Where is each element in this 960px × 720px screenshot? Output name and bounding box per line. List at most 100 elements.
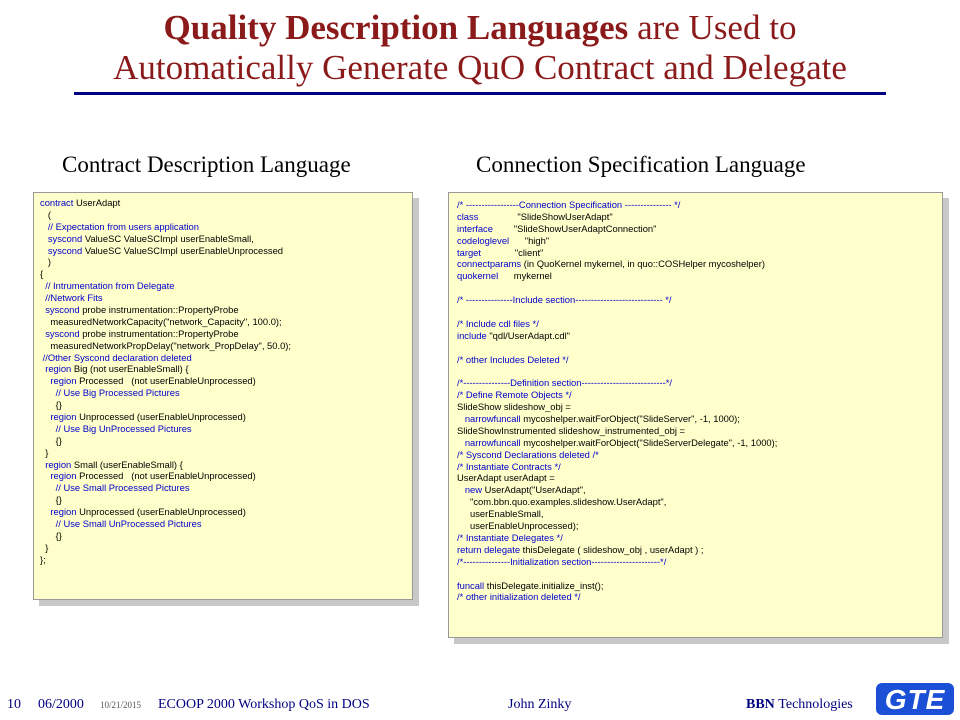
- code-text: userEnableSmall,: [457, 508, 544, 520]
- code-line: region Processed (not userEnableUnproces…: [40, 375, 412, 387]
- code-text: ValueSC ValueSCImpl userEnableUnprocesse…: [84, 244, 284, 256]
- connection-language-heading: Connection Specification Language: [476, 152, 806, 177]
- code-comment: // Use Small UnProcessed Pictures: [40, 518, 202, 530]
- code-comment: /* Syscond Declarations deleted /*: [457, 448, 599, 460]
- code-keyword: region: [40, 470, 80, 482]
- code-text: (in QuoKernel mykernel, in quo::COSHelpe…: [523, 258, 765, 270]
- code-keyword: syscond: [40, 244, 85, 256]
- code-text: UserAdapt: [75, 197, 121, 208]
- code-line: [457, 568, 942, 580]
- code-text: "com.bbn.quo.examples.slideshow.UserAdap…: [457, 496, 667, 508]
- code-line: {}: [40, 435, 412, 447]
- code-line: measuredNetworkPropDelay("network_PropDe…: [40, 340, 412, 352]
- code-keyword: funcall: [457, 579, 487, 591]
- code-keyword: interface: [457, 222, 496, 234]
- code-text: {: [40, 268, 44, 280]
- title-line2: Automatically Generate QuO Contract and …: [113, 48, 847, 87]
- code-comment: /* ---------------Include section-------…: [457, 294, 672, 306]
- code-line: /* Include cdl files */: [457, 318, 942, 330]
- code-line: }: [40, 542, 412, 554]
- code-comment: /*---------------Initialization section-…: [457, 555, 667, 567]
- code-keyword: connectparams: [457, 258, 524, 270]
- code-line: [457, 365, 942, 377]
- code-line: [457, 342, 942, 354]
- title-rest: are Used to: [637, 8, 797, 47]
- code-line: {}: [40, 494, 412, 506]
- code-line: userEnableUnprocessed);: [457, 520, 942, 532]
- code-text: "qdl/UserAdapt.cdl": [489, 329, 570, 341]
- code-text: Unprocessed (userEnableUnprocessed): [79, 411, 246, 423]
- code-text: Small (userEnableSmall) {: [73, 458, 183, 470]
- code-comment: // Expectation from users application: [40, 220, 199, 232]
- code-line: (: [40, 209, 412, 221]
- code-comment: // Use Big UnProcessed Pictures: [40, 422, 192, 434]
- code-line: "com.bbn.quo.examples.slideshow.UserAdap…: [457, 496, 942, 508]
- code-line: /* -----------------Connection Specifica…: [457, 199, 942, 211]
- code-text: mycoshelper.waitForObject("SlideServer",…: [523, 413, 740, 425]
- connection-code-panel: /* -----------------Connection Specifica…: [448, 192, 943, 638]
- code-comment: //Network Fits: [40, 292, 103, 304]
- footer-date: 06/2000: [38, 697, 84, 712]
- code-text: userEnableUnprocessed);: [457, 520, 579, 532]
- code-comment: // Intrumentation from Delegate: [40, 280, 175, 292]
- code-text: Unprocessed (userEnableUnprocessed): [79, 506, 246, 518]
- code-comment: /* Instantiate Delegates */: [457, 531, 563, 543]
- code-line: {}: [40, 530, 412, 542]
- code-line: measuredNetworkCapacity("network_Capacit…: [40, 316, 412, 328]
- code-line: syscond ValueSC ValueSCImpl userEnableSm…: [40, 233, 412, 245]
- code-keyword: class: [457, 210, 481, 222]
- code-text: ValueSC ValueSCImpl userEnableSmall,: [84, 232, 254, 244]
- code-text: Processed (not userEnableUnprocessed): [79, 470, 256, 482]
- code-keyword: syscond: [40, 327, 83, 339]
- code-line: // Use Small UnProcessed Pictures: [40, 518, 412, 530]
- code-line: /* Define Remote Objects */: [457, 389, 942, 401]
- code-line: // Use Small Processed Pictures: [40, 482, 412, 494]
- code-line: connectparams (in QuoKernel mykernel, in…: [457, 258, 942, 270]
- code-comment: /*---------------Definition section-----…: [457, 377, 673, 389]
- code-text: SlideShow slideshow_obj =: [457, 401, 571, 413]
- code-keyword: target: [457, 246, 484, 258]
- code-line: // Intrumentation from Delegate: [40, 280, 412, 292]
- code-line: narrowfuncall mycoshelper.waitForObject(…: [457, 413, 942, 425]
- code-line: new UserAdapt("UserAdapt",: [457, 484, 942, 496]
- code-text: measuredNetworkCapacity("network_Capacit…: [40, 315, 282, 327]
- contract-language-heading: Contract Description Language: [62, 152, 351, 177]
- logo-text: GTE: [884, 684, 946, 715]
- code-text: mycoshelper.waitForObject("SlideServerDe…: [523, 436, 778, 448]
- code-keyword: new: [457, 484, 485, 496]
- code-line: [457, 306, 942, 318]
- code-line: };: [40, 554, 412, 566]
- code-line: contract UserAdapt: [40, 197, 412, 209]
- code-keyword: region: [40, 363, 74, 375]
- code-comment: /* -----------------Connection Specifica…: [457, 199, 681, 210]
- code-line: region Small (userEnableSmall) {: [40, 459, 412, 471]
- code-comment: /* other initialization deleted */: [457, 591, 581, 603]
- code-line: // Use Big UnProcessed Pictures: [40, 423, 412, 435]
- code-keyword: syscond: [40, 304, 83, 316]
- code-keyword: codeloglevel: [457, 234, 512, 246]
- code-text: mykernel: [500, 270, 552, 282]
- code-line: {: [40, 268, 412, 280]
- code-line: /* Instantiate Delegates */: [457, 532, 942, 544]
- code-text: SlideShowInstrumented slideshow_instrume…: [457, 424, 685, 436]
- code-line: include "qdl/UserAdapt.cdl": [457, 330, 942, 342]
- code-text: }: [40, 446, 49, 458]
- code-comment: /* Include cdl files */: [457, 317, 539, 329]
- code-text: (: [40, 208, 51, 220]
- code-comment: /* Define Remote Objects */: [457, 389, 572, 401]
- code-line: narrowfuncall mycoshelper.waitForObject(…: [457, 437, 942, 449]
- code-line: /* ---------------Include section-------…: [457, 294, 942, 306]
- company-bold: BBN: [746, 697, 775, 712]
- contract-code-panel: contract UserAdapt ( // Expectation from…: [33, 192, 413, 600]
- code-line: quokernel mykernel: [457, 270, 942, 282]
- code-line: /* other Includes Deleted */: [457, 354, 942, 366]
- code-keyword: region: [40, 458, 74, 470]
- code-text: "client": [483, 246, 544, 258]
- code-line: region Big (not userEnableSmall) {: [40, 363, 412, 375]
- code-line: region Unprocessed (userEnableUnprocesse…: [40, 506, 412, 518]
- code-text: Processed (not userEnableUnprocessed): [79, 375, 256, 387]
- code-line: interface "SlideShowUserAdaptConnection": [457, 223, 942, 235]
